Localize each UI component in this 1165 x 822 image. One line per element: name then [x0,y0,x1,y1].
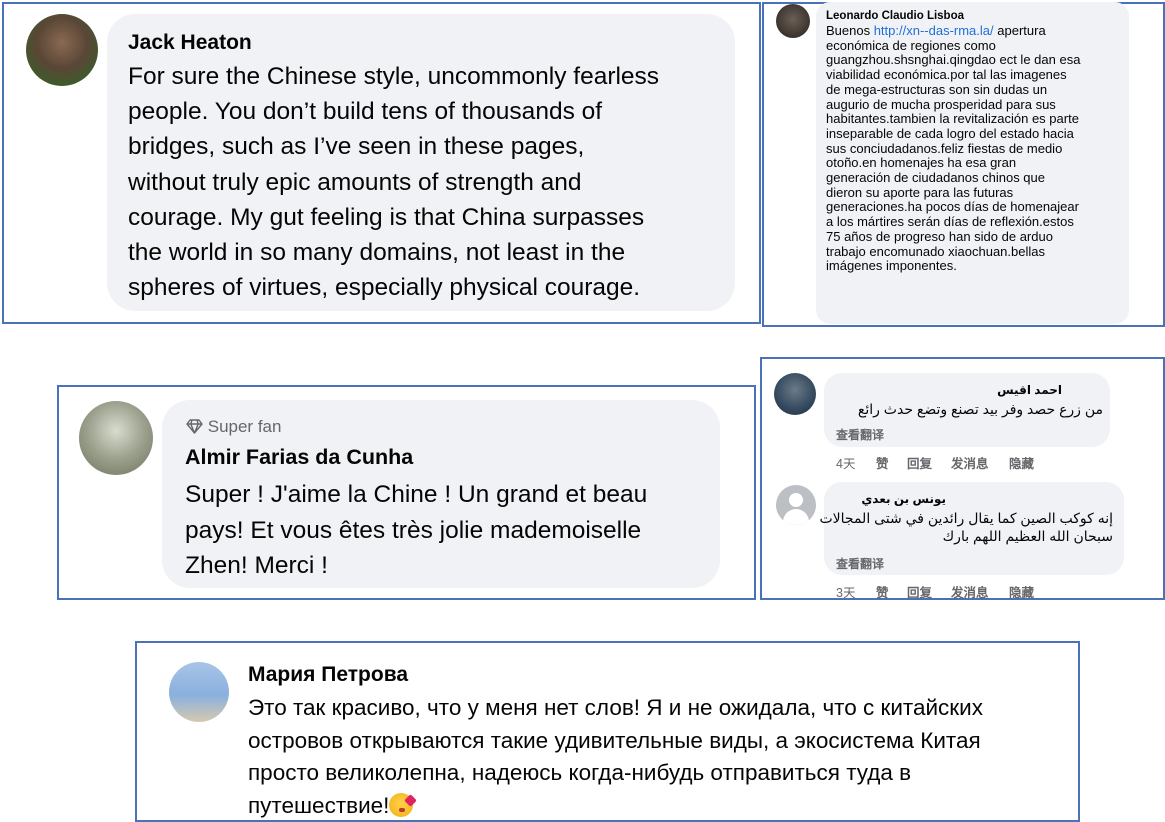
comment-text-prefix: Buenos [826,23,874,38]
commenter-name[interactable]: Almir Farias da Cunha [185,445,413,470]
comment-line: inseparable de cada logro del estado hac… [826,125,1074,141]
default-avatar-body [783,509,809,525]
like-button[interactable]: 赞 [876,582,907,601]
avatar[interactable] [776,4,810,38]
comment-text: Это так красиво, что у меня нет слов! Я … [248,692,983,822]
avatar[interactable] [79,401,153,475]
comment-timestamp: 4天 [836,457,856,471]
comment-panel-jack: Jack Heaton For sure the Chinese style, … [2,2,761,324]
comment-line: bridges, such as I’ve seen in these page… [128,133,585,161]
kissing-face-emoji-icon [389,792,418,817]
comment-line: 75 años de progreso han sido de arduo [826,228,1053,244]
commenter-name[interactable]: يونس بن بعدي [861,492,946,506]
comment-line: Super ! J'aime la Chine ! Un grand et be… [185,481,648,508]
commenter-name[interactable]: Leonardo Claudio Lisboa [826,10,964,22]
comment-text: For sure the Chinese style, uncommonly f… [128,59,659,305]
avatar[interactable] [169,662,229,722]
comment-panel-almir: Super fan Almir Farias da Cunha Super ! … [57,385,756,600]
comment-line: económica de regiones como [826,37,996,53]
comment-line: imágenes imponentes. [826,258,957,274]
comment-line: viabilidad económica.por tal las imagene… [826,67,1067,83]
like-button[interactable]: 赞 [876,453,907,472]
comment-line: guangzhou.shsnghai.qingdao ect le dan es… [826,52,1081,68]
commenter-name[interactable]: Jack Heaton [128,31,252,55]
default-avatar-head [789,493,803,507]
comment-text: Super ! J'aime la Chine ! Un grand et be… [185,477,647,584]
reply-button[interactable]: 回复 [907,453,951,472]
comment-panel-arabic: احمد اقيس من زرع حصد وفر بيد تصنع وتضع ح… [760,357,1165,600]
comment-line: courage. My gut feeling is that China su… [128,203,645,231]
comment-text: Buenos http://xn--das-rma.la/ apertura e… [826,23,1081,274]
comment-line: generaciones.ha pocos días de homenajear [826,199,1079,215]
comment-actions: 3天 赞 回复 发消息 隐藏 [836,582,1034,601]
avatar[interactable] [776,485,816,525]
comment-line: dieron su aporte para las futuras [826,184,1014,200]
diamond-icon [186,419,203,434]
commenter-name[interactable]: Мария Петрова [248,663,408,687]
comment-line: Zhen! Merci ! [185,552,328,579]
see-translation-link[interactable]: 查看翻译 [836,555,884,572]
comment-line: people. You don’t build tens of thousand… [128,98,603,126]
comment-line: For sure the Chinese style, uncommonly f… [128,63,660,90]
comment-panel-maria: Мария Петрова Это так красиво, что у мен… [135,641,1080,822]
comment-line: островов открываются такие удивительные … [248,727,981,753]
comment-line: Buenos http://xn--das-rma.la/ apertura [826,23,1080,39]
see-translation-link[interactable]: 查看翻译 [836,426,884,443]
comment-line: просто великолепна, надеюсь когда-нибудь… [248,760,912,785]
comment-text: إنه كوكب الصين كما يقال رائدين في شتى ال… [820,509,1114,545]
comment-actions: 4天 赞 回复 发消息 隐藏 [836,453,1034,472]
comment-line: augurio de mucha prosperidad para sus [826,96,1056,112]
comment-line: Это так красиво, что у меня нет слов! Я … [248,695,983,720]
comment-line: путешествие! [248,790,983,822]
super-fan-badge: Super fan [186,417,281,437]
comment-line: without truly epic amounts of strength a… [128,168,582,196]
comment-line: trabajo encomunado xiaochuan.bellas [826,243,1045,259]
hide-button[interactable]: 隐藏 [1009,453,1034,472]
comment-timestamp: 3天 [836,586,856,600]
comment-line: sus conciudadanos.feliz fiestas de medio [826,140,1063,156]
avatar[interactable] [26,14,98,86]
comment-line: سبحان الله العظيم اللهم بارك [942,528,1113,544]
badge-label: Super fan [207,417,282,436]
comment-line: pays! Et vous êtes très jolie mademoisel… [185,516,642,544]
comment-link[interactable]: http://xn--das-rma.la/ [874,23,994,38]
comment-panel-leonardo: Leonardo Claudio Lisboa Buenos http://xn… [762,2,1165,327]
comment-line: the world in so many domains, not least … [128,239,626,267]
comment-line: otoño.en homenajes ha esa gran [826,155,1017,171]
hide-button[interactable]: 隐藏 [1009,582,1034,601]
avatar[interactable] [774,373,816,415]
comment-line: generación de ciudadanos chinos que [826,170,1046,186]
comment-text-suffix: apertura [993,23,1046,38]
comment-line: إنه كوكب الصين كما يقال رائدين في شتى ال… [819,510,1114,526]
comment-line: spheres of virtues, especially physical … [128,274,641,302]
commenter-name[interactable]: احمد اقيس [997,383,1062,397]
comment-line: a los mártires serán días de reflexión.e… [826,214,1074,230]
message-button[interactable]: 发消息 [951,582,1009,601]
comment-text: من زرع حصد وفر بيد تصنع وتضع حدث رائع [857,401,1103,417]
comment-line: habitantes.tambien la revitalización es … [826,111,1079,127]
comment-line: de mega-estructuras son sin dudas un [826,81,1048,97]
comment-line-text: путешествие! [248,792,390,818]
reply-button[interactable]: 回复 [907,582,951,601]
message-button[interactable]: 发消息 [951,453,1009,472]
